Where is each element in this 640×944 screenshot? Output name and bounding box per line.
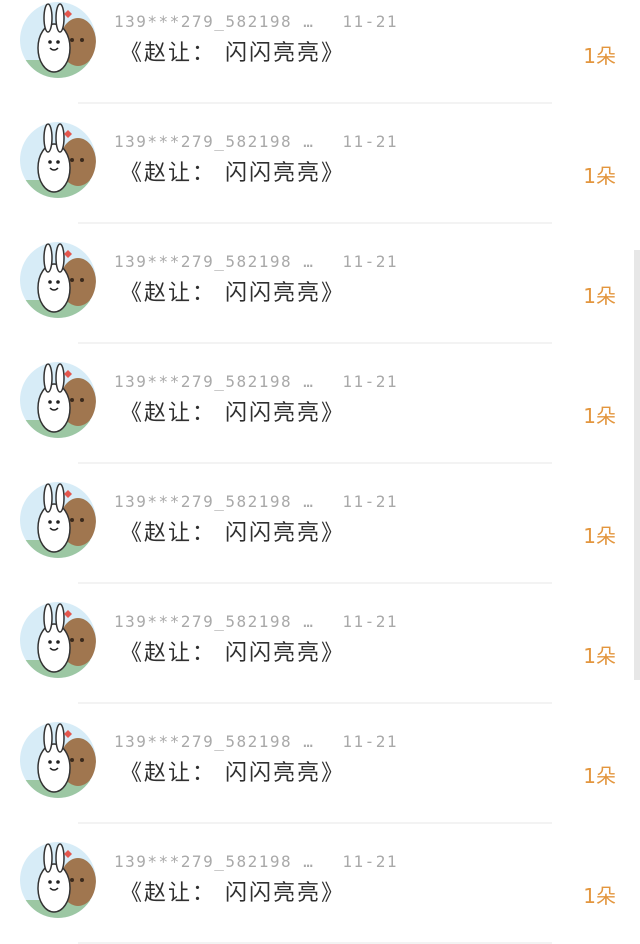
sender-id: 139***279_582198 … — [114, 372, 315, 391]
sender-info: 139***279_582198 … 11-21 — [114, 132, 398, 151]
sender-info: 139***279_582198 … 11-21 — [114, 372, 398, 391]
list-item[interactable]: 139***279_582198 … 11-21 《赵让： 闪闪亮亮》 1朵 — [0, 224, 640, 344]
date: 11-21 — [342, 612, 399, 631]
list-item[interactable]: 139***279_582198 … 11-21 《赵让： 闪闪亮亮》 1朵 — [0, 704, 640, 824]
flower-count: 1朵 — [583, 44, 616, 68]
date: 11-21 — [342, 252, 399, 271]
rabbit-and-bear-icon — [20, 603, 96, 678]
flower-count: 1朵 — [583, 524, 616, 548]
rabbit-and-bear-icon — [20, 723, 96, 798]
flower-count: 1朵 — [583, 284, 616, 308]
list-item[interactable]: 139***279_582198 … 11-21 《赵让： 闪闪亮亮》 1朵 — [0, 464, 640, 584]
sender-id: 139***279_582198 … — [114, 492, 315, 511]
date: 11-21 — [342, 852, 399, 871]
flower-count: 1朵 — [583, 884, 616, 908]
rabbit-and-bear-icon — [20, 843, 96, 918]
book-title[interactable]: 《赵让： 闪闪亮亮》 — [120, 635, 345, 667]
list-item[interactable]: 139***279_582198 … 11-21 《赵让： 闪闪亮亮》 1朵 — [0, 0, 640, 104]
gift-record-list: 139***279_582198 … 11-21 《赵让： 闪闪亮亮》 1朵 13… — [0, 0, 640, 944]
sender-id: 139***279_582198 … — [114, 252, 315, 271]
avatar[interactable] — [20, 122, 96, 198]
book-title[interactable]: 《赵让： 闪闪亮亮》 — [120, 275, 345, 307]
book-title[interactable]: 《赵让： 闪闪亮亮》 — [120, 35, 345, 67]
list-item[interactable]: 139***279_582198 … 11-21 《赵让： 闪闪亮亮》 1朵 — [0, 344, 640, 464]
list-item[interactable]: 139***279_582198 … 11-21 《赵让： 闪闪亮亮》 1朵 — [0, 824, 640, 944]
sender-info: 139***279_582198 … 11-21 — [114, 252, 398, 271]
avatar[interactable] — [20, 482, 96, 558]
sender-id: 139***279_582198 … — [114, 612, 315, 631]
date: 11-21 — [342, 492, 399, 511]
avatar[interactable] — [20, 722, 96, 798]
sender-id: 139***279_582198 … — [114, 852, 315, 871]
sender-id: 139***279_582198 … — [114, 12, 315, 31]
sender-id: 139***279_582198 … — [114, 132, 315, 151]
flower-count: 1朵 — [583, 404, 616, 428]
avatar[interactable] — [20, 2, 96, 78]
flower-count: 1朵 — [583, 764, 616, 788]
date: 11-21 — [342, 372, 399, 391]
scrollbar[interactable] — [634, 250, 640, 680]
list-item[interactable]: 139***279_582198 … 11-21 《赵让： 闪闪亮亮》 1朵 — [0, 584, 640, 704]
rabbit-and-bear-icon — [20, 483, 96, 558]
sender-info: 139***279_582198 … 11-21 — [114, 492, 398, 511]
date: 11-21 — [342, 12, 399, 31]
rabbit-and-bear-icon — [20, 243, 96, 318]
sender-info: 139***279_582198 … 11-21 — [114, 852, 398, 871]
book-title[interactable]: 《赵让： 闪闪亮亮》 — [120, 515, 345, 547]
rabbit-and-bear-icon — [20, 363, 96, 438]
rabbit-and-bear-icon — [20, 123, 96, 198]
avatar[interactable] — [20, 362, 96, 438]
avatar[interactable] — [20, 242, 96, 318]
flower-count: 1朵 — [583, 644, 616, 668]
sender-info: 139***279_582198 … 11-21 — [114, 12, 398, 31]
avatar[interactable] — [20, 602, 96, 678]
sender-info: 139***279_582198 … 11-21 — [114, 732, 398, 751]
book-title[interactable]: 《赵让： 闪闪亮亮》 — [120, 875, 345, 907]
date: 11-21 — [342, 732, 399, 751]
sender-id: 139***279_582198 … — [114, 732, 315, 751]
rabbit-and-bear-icon — [20, 3, 96, 78]
date: 11-21 — [342, 132, 399, 151]
flower-count: 1朵 — [583, 164, 616, 188]
avatar[interactable] — [20, 842, 96, 918]
book-title[interactable]: 《赵让： 闪闪亮亮》 — [120, 155, 345, 187]
list-item[interactable]: 139***279_582198 … 11-21 《赵让： 闪闪亮亮》 1朵 — [0, 104, 640, 224]
book-title[interactable]: 《赵让： 闪闪亮亮》 — [120, 395, 345, 427]
book-title[interactable]: 《赵让： 闪闪亮亮》 — [120, 755, 345, 787]
sender-info: 139***279_582198 … 11-21 — [114, 612, 398, 631]
